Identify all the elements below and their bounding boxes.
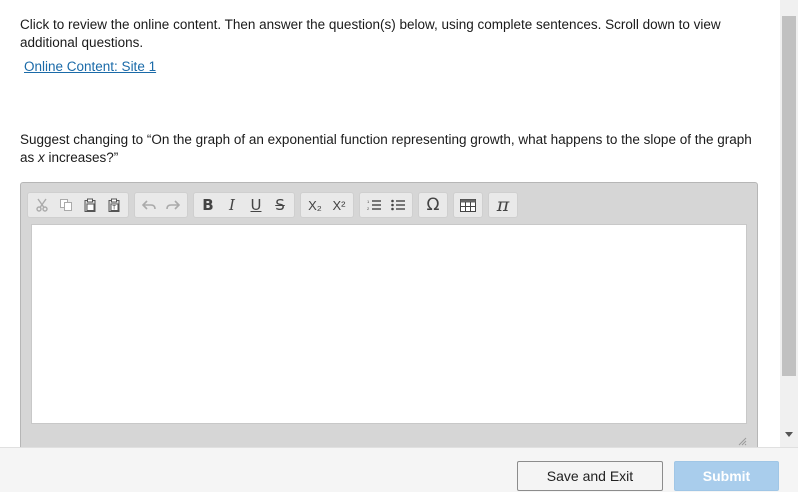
question-text-start: Suggest changing to “On the graph of an … <box>20 132 752 165</box>
paste-icon[interactable] <box>78 194 102 216</box>
strikethrough-button[interactable]: S <box>268 194 292 216</box>
list-group: 12 <box>359 192 413 218</box>
italic-button[interactable]: I <box>220 194 244 216</box>
format-group: B I U S <box>193 192 295 218</box>
resize-handle-icon[interactable] <box>737 433 747 446</box>
vertical-scrollbar[interactable] <box>780 0 798 447</box>
subscript-button[interactable]: X₂ <box>303 194 327 216</box>
special-char-group: Ω <box>418 192 448 218</box>
editor-toolbar: T B I U S X₂ X² 1 2 Ω π <box>27 192 518 218</box>
paste-text-icon[interactable]: T <box>102 194 126 216</box>
submit-button[interactable]: Submit <box>674 461 779 491</box>
instructions-text: Click to review the online content. Then… <box>20 17 721 50</box>
scroll-down-arrow-icon[interactable] <box>785 432 793 437</box>
special-character-button[interactable]: Ω <box>421 194 445 216</box>
history-group <box>134 192 188 218</box>
math-group: π <box>488 192 518 218</box>
bulleted-list-icon[interactable] <box>386 194 410 216</box>
svg-text:2: 2 <box>367 206 370 211</box>
scrollbar-thumb[interactable] <box>782 16 796 376</box>
question-variable: x <box>38 150 45 165</box>
copy-icon[interactable] <box>54 194 78 216</box>
online-content-link[interactable]: Online Content: Site 1 <box>24 59 156 74</box>
answer-text-area[interactable] <box>31 224 747 424</box>
question-text-end: increases?” <box>44 150 119 165</box>
clipboard-group: T <box>27 192 129 218</box>
svg-text:T: T <box>112 206 116 212</box>
underline-button[interactable]: U <box>244 194 268 216</box>
undo-icon[interactable] <box>137 194 161 216</box>
cut-icon[interactable] <box>30 194 54 216</box>
math-equation-button[interactable]: π <box>491 194 515 216</box>
svg-text:1: 1 <box>367 199 370 204</box>
save-and-exit-button[interactable]: Save and Exit <box>517 461 663 491</box>
answer-editor: T B I U S X₂ X² 1 2 Ω π <box>20 182 758 447</box>
table-group <box>453 192 483 218</box>
bold-button[interactable]: B <box>196 194 220 216</box>
superscript-button[interactable]: X² <box>327 194 351 216</box>
script-group: X₂ X² <box>300 192 354 218</box>
numbered-list-icon[interactable]: 12 <box>362 194 386 216</box>
redo-icon[interactable] <box>161 194 185 216</box>
table-icon[interactable] <box>456 194 480 216</box>
question-text: Suggest changing to “On the graph of an … <box>20 131 760 167</box>
footer-bar: Save and Exit Submit <box>0 447 798 492</box>
main-content: Click to review the online content. Then… <box>0 0 780 447</box>
